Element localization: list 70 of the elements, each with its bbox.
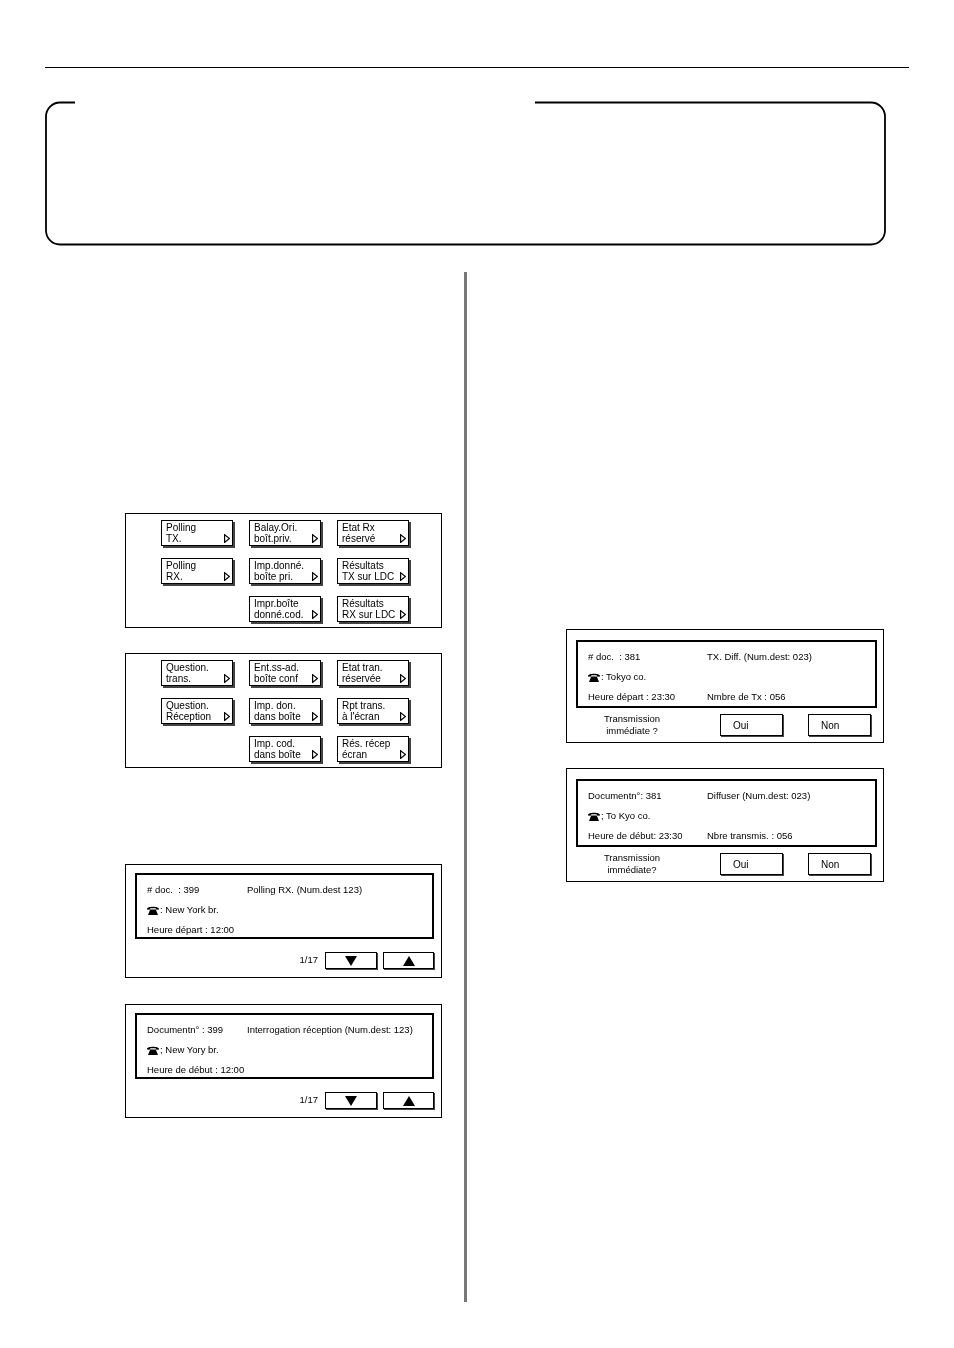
start-time: Heure départ : 23:30 bbox=[588, 689, 676, 704]
triangle-arrow-icon bbox=[400, 610, 406, 619]
document-number: Documentn°: 381 bbox=[588, 788, 662, 803]
menu-button[interactable]: Résultats TX sur LDC bbox=[337, 558, 409, 584]
destination-name: ; New Yory br. bbox=[160, 1042, 219, 1057]
menu-button[interactable]: Impr.boîte donné.cod. bbox=[249, 596, 321, 622]
scroll-down-button[interactable] bbox=[325, 1092, 377, 1109]
transmission-mode: TX. Diff. (Num.dest: 023) bbox=[707, 649, 812, 664]
transmission-count: Nbre transmis. : 056 bbox=[707, 828, 793, 843]
telephone-icon bbox=[588, 672, 600, 682]
menu-button[interactable]: Question. trans. bbox=[161, 660, 233, 686]
page-indicator: 1/17 bbox=[299, 953, 318, 968]
down-triangle-icon bbox=[345, 955, 357, 966]
menu-button[interactable]: Imp. cod. dans boîte bbox=[249, 736, 321, 762]
triangle-arrow-icon bbox=[224, 712, 230, 721]
transmission-mode: Interrogation réception (Num.dest: 123) bbox=[247, 1022, 413, 1037]
triangle-arrow-icon bbox=[312, 534, 318, 543]
menu-button[interactable]: Résultats RX sur LDC bbox=[337, 596, 409, 622]
menu-button[interactable]: Rés. récep écran bbox=[337, 736, 409, 762]
menu-button[interactable]: Etat Rx réservé bbox=[337, 520, 409, 546]
triangle-arrow-icon bbox=[312, 750, 318, 759]
answer-button[interactable]: Oui bbox=[720, 714, 783, 736]
telephone-icon bbox=[588, 811, 600, 821]
destination-name: : Tokyo co. bbox=[601, 669, 647, 684]
triangle-arrow-icon bbox=[400, 712, 406, 721]
triangle-arrow-icon bbox=[312, 712, 318, 721]
triangle-arrow-icon bbox=[400, 750, 406, 759]
transmission-mode: Diffuser (Num.dest: 023) bbox=[707, 788, 811, 803]
confirmation-prompt: Transmission immédiate? bbox=[602, 852, 662, 876]
menu-button[interactable]: Ent.ss-ad. boîte conf bbox=[249, 660, 321, 686]
answer-button[interactable]: Non bbox=[808, 853, 871, 875]
destination-name: : New York br. bbox=[160, 902, 219, 917]
up-triangle-icon bbox=[402, 955, 415, 966]
up-triangle-icon bbox=[402, 1095, 415, 1106]
page-indicator: 1/17 bbox=[299, 1093, 318, 1108]
transmission-count: Nmbre de Tx : 056 bbox=[707, 689, 786, 704]
menu-button[interactable]: Balay.Ori. boît.priv. bbox=[249, 520, 321, 546]
triangle-arrow-icon bbox=[312, 674, 318, 683]
scroll-down-button[interactable] bbox=[325, 952, 377, 969]
transmission-mode: Polling RX. (Num.dest 123) bbox=[247, 882, 363, 897]
triangle-arrow-icon bbox=[400, 572, 406, 581]
triangle-arrow-icon bbox=[400, 534, 406, 543]
document-number: Documentn° : 399 bbox=[147, 1022, 224, 1037]
destination-name: ; To Kyo co. bbox=[601, 808, 651, 823]
confirmation-prompt: Transmission immédiate ? bbox=[602, 713, 662, 737]
menu-button[interactable]: Imp.donné. boîte pri. bbox=[249, 558, 321, 584]
telephone-icon bbox=[147, 905, 159, 915]
menu-button[interactable]: Imp. don. dans boîte bbox=[249, 698, 321, 724]
menu-button[interactable]: Polling RX. bbox=[161, 558, 233, 584]
start-time: Heure départ : 12:00 bbox=[147, 922, 235, 937]
scroll-up-button[interactable] bbox=[383, 952, 434, 969]
start-time: Heure de début: 23:30 bbox=[588, 828, 683, 843]
menu-button[interactable]: Etat tran. réservée bbox=[337, 660, 409, 686]
start-time: Heure de début : 12:00 bbox=[147, 1062, 245, 1077]
triangle-arrow-icon bbox=[224, 572, 230, 581]
document-number: # doc. : 381 bbox=[588, 649, 641, 664]
answer-button[interactable]: Non bbox=[808, 714, 871, 736]
triangle-arrow-icon bbox=[312, 610, 318, 619]
scroll-up-button[interactable] bbox=[383, 1092, 434, 1109]
telephone-icon bbox=[147, 1045, 159, 1055]
answer-button[interactable]: Oui bbox=[720, 853, 783, 875]
menu-button[interactable]: Question. Réception bbox=[161, 698, 233, 724]
document-number: # doc. : 399 bbox=[147, 882, 200, 897]
menu-button[interactable]: Rpt trans. à l'écran bbox=[337, 698, 409, 724]
triangle-arrow-icon bbox=[400, 674, 406, 683]
menu-button[interactable]: Polling TX. bbox=[161, 520, 233, 546]
triangle-arrow-icon bbox=[224, 674, 230, 683]
triangle-arrow-icon bbox=[224, 534, 230, 543]
down-triangle-icon bbox=[345, 1095, 357, 1106]
triangle-arrow-icon bbox=[312, 572, 318, 581]
